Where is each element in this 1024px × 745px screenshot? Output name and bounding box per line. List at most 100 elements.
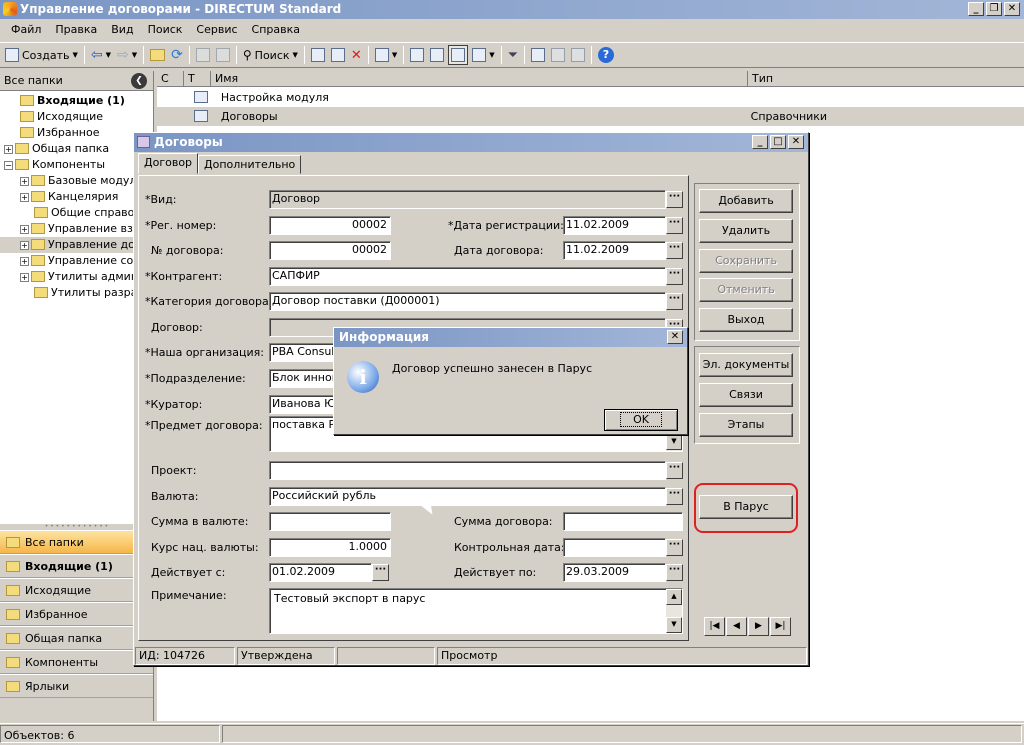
nav-item[interactable]: Все папки	[0, 530, 153, 554]
dialog-maximize-button[interactable]: □	[770, 135, 786, 149]
valid-to-picker-button[interactable]: ···	[666, 564, 683, 581]
expand-toggle-icon[interactable]: +	[4, 145, 13, 154]
nav-item[interactable]: Ярлыки	[0, 674, 153, 698]
sum-contract-field[interactable]	[563, 512, 683, 531]
counterparty-field[interactable]: САПФИР	[269, 267, 666, 286]
tree-item[interactable]: Входящие (1)	[0, 93, 153, 109]
valid-from-field[interactable]: 01.02.2009	[269, 563, 372, 582]
send-to-parus-button[interactable]: В Парус	[699, 495, 793, 519]
last-record-button[interactable]: ▶|	[770, 617, 791, 636]
nav-item[interactable]: Исходящие	[0, 578, 153, 602]
tree-item[interactable]: Исходящие	[0, 109, 153, 125]
nav-item[interactable]: Компоненты	[0, 650, 153, 674]
layout-button-3[interactable]	[569, 45, 587, 65]
column-header-name[interactable]: Имя	[211, 71, 748, 86]
tree-item[interactable]: + Общая папка	[0, 141, 153, 157]
tree-item[interactable]: + Утилиты админи	[0, 269, 153, 285]
save-button[interactable]: Сохранить	[699, 249, 793, 273]
category-field[interactable]: Договор поставки (Д000001)	[269, 292, 666, 311]
expand-toggle-icon[interactable]: +	[20, 225, 29, 234]
nav-item[interactable]: Входящие (1)	[0, 554, 153, 578]
tab-additional[interactable]: Дополнительно	[198, 155, 302, 174]
column-header-s[interactable]: С	[157, 71, 184, 86]
expand-toggle-icon[interactable]: +	[20, 273, 29, 282]
close-button[interactable]: ✕	[1004, 2, 1020, 16]
stages-button[interactable]: Этапы	[699, 413, 793, 437]
expand-toggle-icon[interactable]: +	[20, 241, 29, 250]
table-row[interactable]: Договоры Справочники	[157, 107, 1024, 126]
reg-date-field[interactable]: 11.02.2009	[563, 216, 666, 235]
restore-button[interactable]: ❐	[986, 2, 1002, 16]
tree-item[interactable]: Избранное	[0, 125, 153, 141]
create-button[interactable]: Создать ▼	[3, 45, 80, 65]
edocs-button[interactable]: Эл. документы	[699, 353, 793, 377]
delete-button[interactable]: ✕	[349, 45, 364, 65]
nav-item[interactable]: Общая папка	[0, 626, 153, 650]
expand-toggle-icon[interactable]: +	[20, 177, 29, 186]
tree-item[interactable]: + Управление сов	[0, 253, 153, 269]
contract-no-field[interactable]: 00002	[269, 241, 391, 260]
tree-item[interactable]: + Базовые модули	[0, 173, 153, 189]
currency-field[interactable]: Российский рубль	[269, 487, 666, 506]
note-scrollbar[interactable]: ▲ ▼	[666, 589, 682, 633]
category-lookup-button[interactable]: ···	[666, 293, 683, 310]
column-header-t[interactable]: Т	[184, 71, 211, 86]
expand-toggle-icon[interactable]: +	[20, 193, 29, 202]
reg-date-picker-button[interactable]: ···	[666, 217, 683, 234]
menu-search[interactable]: Поиск	[141, 20, 190, 40]
nav-item[interactable]: Избранное	[0, 602, 153, 626]
project-lookup-button[interactable]: ···	[666, 462, 683, 479]
dialog-close-button[interactable]: ✕	[788, 135, 804, 149]
links-button[interactable]: Связи	[699, 383, 793, 407]
tree-item[interactable]: − Компоненты	[0, 157, 153, 173]
expand-toggle-icon[interactable]: −	[4, 161, 13, 170]
toolbar-button-disabled-1[interactable]	[194, 45, 212, 65]
tab-contract[interactable]: Договор	[138, 153, 199, 174]
menu-help[interactable]: Справка	[245, 20, 307, 40]
view-button-2[interactable]	[428, 45, 446, 65]
up-folder-button[interactable]	[148, 45, 167, 65]
delete-record-button[interactable]: Удалить	[699, 219, 793, 243]
scroll-up-arrow-icon[interactable]: ▲	[666, 589, 682, 605]
menu-view[interactable]: Вид	[104, 20, 140, 40]
view-button-4[interactable]: ▼	[470, 45, 496, 65]
ok-button[interactable]: OK	[604, 409, 678, 431]
back-button[interactable]: ⇦ ▼	[89, 45, 113, 65]
view-button-1[interactable]	[408, 45, 426, 65]
project-field[interactable]	[269, 461, 666, 480]
kind-lookup-button[interactable]: ···	[666, 191, 683, 208]
rate-field[interactable]: 1.0000	[269, 538, 391, 557]
view-button-3[interactable]	[448, 45, 469, 65]
search-button[interactable]: ⚲ Поиск ▼	[241, 45, 300, 65]
forward-button[interactable]: ⇨ ▼	[115, 45, 139, 65]
menu-file[interactable]: Файл	[4, 20, 48, 40]
valid-to-field[interactable]: 29.03.2009	[563, 563, 666, 582]
currency-lookup-button[interactable]: ···	[666, 488, 683, 505]
layout-button-1[interactable]	[529, 45, 547, 65]
tree-item[interactable]: Общие справочн	[0, 205, 153, 221]
scroll-down-arrow-icon[interactable]: ▼	[666, 617, 682, 633]
exit-button[interactable]: Выход	[699, 308, 793, 332]
column-header-type[interactable]: Тип	[748, 71, 1024, 86]
contract-date-field[interactable]: 11.02.2009	[563, 241, 666, 260]
info-close-button[interactable]: ✕	[667, 330, 683, 344]
table-row[interactable]: Настройка модуля	[157, 88, 1024, 107]
tree-item[interactable]: + Канцелярия	[0, 189, 153, 205]
tree-item[interactable]: + Управление вза	[0, 221, 153, 237]
collapse-panel-button[interactable]: ❮	[131, 73, 147, 89]
menu-edit[interactable]: Правка	[48, 20, 104, 40]
actions-button[interactable]: ▼	[373, 45, 399, 65]
layout-button-2[interactable]	[549, 45, 567, 65]
refresh-button[interactable]: ⟳	[169, 45, 185, 65]
kind-field[interactable]: Договор	[269, 190, 666, 209]
filter-button[interactable]: ⏷	[506, 45, 520, 65]
dialog-minimize-button[interactable]: _	[752, 135, 768, 149]
copy-button[interactable]	[309, 45, 327, 65]
contract-date-picker-button[interactable]: ···	[666, 242, 683, 259]
control-date-picker-button[interactable]: ···	[666, 539, 683, 556]
cancel-button[interactable]: Отменить	[699, 278, 793, 302]
tree-item[interactable]: + Управление дого	[0, 237, 153, 253]
valid-from-picker-button[interactable]: ···	[372, 564, 389, 581]
menu-service[interactable]: Сервис	[189, 20, 244, 40]
counterparty-lookup-button[interactable]: ···	[666, 268, 683, 285]
